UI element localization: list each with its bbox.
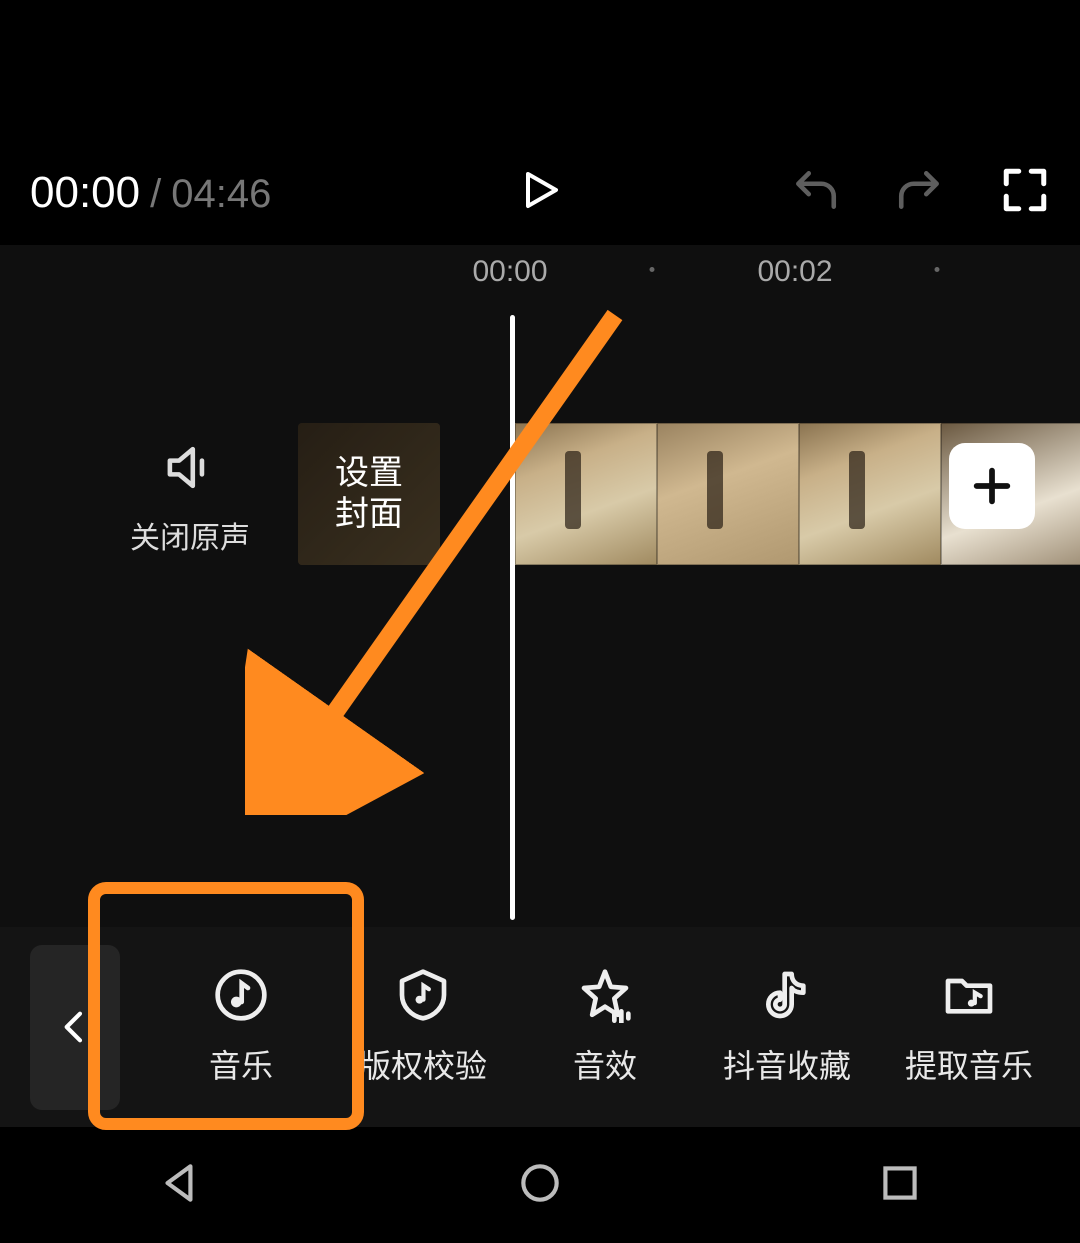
chevron-left-icon: [55, 1007, 95, 1047]
set-cover-button[interactable]: 设置 封面: [298, 423, 440, 565]
tool-extract-music[interactable]: 提取音乐: [902, 967, 1037, 1087]
clip-frame: [799, 423, 941, 565]
triangle-back-icon: [155, 1158, 205, 1208]
tool-music[interactable]: 音乐: [174, 967, 309, 1087]
plus-icon: [969, 463, 1015, 509]
folder-music-icon: [941, 967, 997, 1023]
bottom-toolbar: 音乐 版权校验 音效 抖音收藏 提取音乐: [0, 927, 1080, 1127]
timeline-area[interactable]: 关闭原声 设置 封面: [0, 295, 1080, 927]
ruler-tick-label: 00:00: [472, 255, 547, 289]
circle-home-icon: [515, 1158, 565, 1208]
redo-icon: [895, 165, 945, 215]
tool-copyright-check[interactable]: 版权校验: [356, 967, 491, 1087]
tool-label: 抖音收藏: [723, 1041, 851, 1087]
total-time: 04:46: [171, 172, 271, 217]
system-recents-button[interactable]: [875, 1158, 925, 1213]
timeline-ruler[interactable]: 00:00 00:02: [0, 245, 1080, 295]
play-button[interactable]: [516, 166, 564, 219]
music-note-icon: [213, 967, 269, 1023]
tool-label: 音乐: [209, 1041, 273, 1087]
play-icon: [516, 166, 564, 214]
square-recents-icon: [875, 1158, 925, 1208]
tool-sound-effects[interactable]: 音效: [538, 967, 673, 1087]
undo-button[interactable]: [790, 165, 840, 220]
star-sound-icon: [577, 967, 633, 1023]
mute-original-sound-button[interactable]: 关闭原声: [130, 440, 250, 557]
video-preview-area: [0, 0, 1080, 140]
system-home-button[interactable]: [515, 1158, 565, 1213]
speaker-icon: [163, 440, 218, 495]
back-button[interactable]: [30, 945, 120, 1110]
set-cover-label: 设置 封面: [335, 453, 403, 535]
system-navigation-bar: [0, 1127, 1080, 1243]
time-display: 00:00 / 04:46: [30, 168, 271, 218]
ruler-tick-label: 00:02: [757, 255, 832, 289]
tool-label: 版权校验: [359, 1041, 487, 1087]
undo-icon: [790, 165, 840, 215]
tool-douyin-favorites[interactable]: 抖音收藏: [720, 967, 855, 1087]
douyin-icon: [759, 967, 815, 1023]
ruler-dot: [935, 267, 940, 272]
fullscreen-button[interactable]: [1000, 165, 1050, 220]
mute-original-label: 关闭原声: [130, 513, 250, 557]
tool-label: 提取音乐: [905, 1041, 1033, 1087]
current-time: 00:00: [30, 168, 140, 218]
clip-frame: [515, 423, 657, 565]
system-back-button[interactable]: [155, 1158, 205, 1213]
playhead[interactable]: [510, 315, 515, 920]
shield-music-icon: [395, 967, 451, 1023]
time-separator: /: [150, 172, 161, 217]
player-control-bar: 00:00 / 04:46: [0, 140, 1080, 245]
add-clip-button[interactable]: [949, 443, 1035, 529]
ruler-dot: [650, 267, 655, 272]
tool-label: 音效: [573, 1041, 637, 1087]
redo-button[interactable]: [895, 165, 945, 220]
clip-frame: [657, 423, 799, 565]
fullscreen-icon: [1000, 165, 1050, 215]
